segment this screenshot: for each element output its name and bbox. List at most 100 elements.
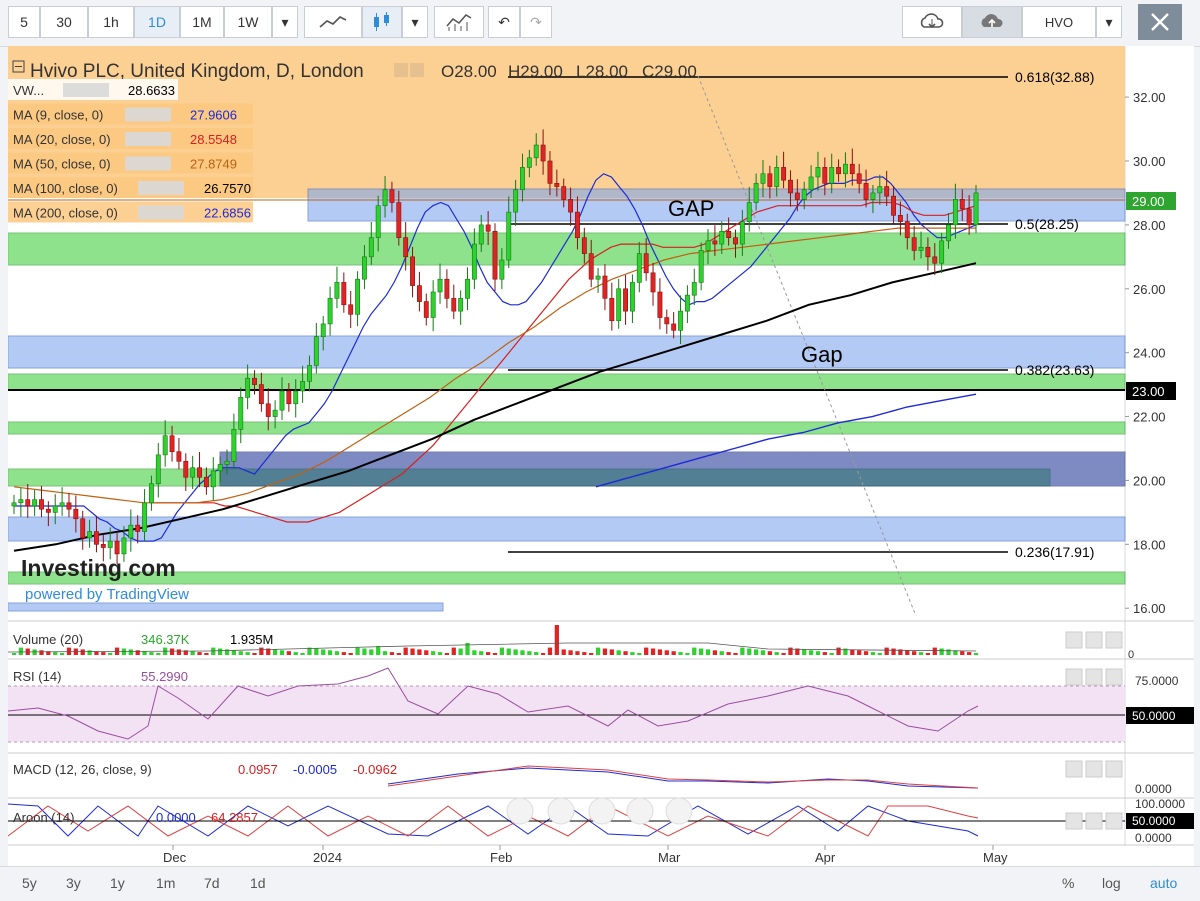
- candle-body: [492, 230, 498, 280]
- candle: [18, 487, 24, 517]
- pane-close-icon[interactable]: [1105, 631, 1123, 649]
- candle-body: [822, 167, 828, 184]
- candle-body: [25, 499, 31, 507]
- range-button-3y[interactable]: 3y: [66, 875, 81, 891]
- candle: [59, 487, 65, 516]
- scale-option-log[interactable]: log: [1102, 875, 1121, 891]
- range-button-1y[interactable]: 1y: [110, 875, 125, 891]
- interval-button-1h[interactable]: 1h: [88, 6, 134, 38]
- save-chart-button[interactable]: [962, 6, 1022, 38]
- close-icon: [1151, 13, 1169, 31]
- candle: [245, 364, 251, 410]
- range-button-5y[interactable]: 5y: [22, 875, 37, 891]
- pane-up-icon[interactable]: [1065, 760, 1083, 778]
- indicators-button[interactable]: [434, 6, 484, 38]
- candle-body: [526, 157, 532, 168]
- load-chart-button[interactable]: [902, 6, 962, 38]
- pane-down-icon[interactable]: [1085, 668, 1103, 686]
- candle-body: [808, 176, 814, 191]
- candle-body: [973, 192, 979, 226]
- pane-down-icon[interactable]: [1085, 760, 1103, 778]
- price-axis[interactable]: [1125, 46, 1194, 621]
- pane-close-icon[interactable]: [1105, 812, 1123, 830]
- candle-body: [245, 377, 251, 398]
- pane-close-icon[interactable]: [1105, 760, 1123, 778]
- range-button-1m[interactable]: 1m: [156, 875, 175, 891]
- reset-button[interactable]: [588, 797, 616, 825]
- range-button-1d[interactable]: 1d: [250, 875, 266, 891]
- candle-body: [952, 199, 958, 226]
- chart-type-dropdown-button[interactable]: ▾: [402, 6, 428, 38]
- ohlc-open: O28.00: [441, 62, 497, 81]
- pane-up-icon[interactable]: [1065, 631, 1083, 649]
- pane-close-icon[interactable]: [1105, 668, 1123, 686]
- scroll-controls[interactable]: [506, 797, 693, 825]
- chart-area[interactable]: 0.618(32.88) 0.5(28.25) 0.382(23.63) 0.2…: [7, 46, 1194, 866]
- candle-body: [100, 544, 106, 548]
- candlestick-button[interactable]: [362, 6, 402, 38]
- zoom-out-button[interactable]: [547, 797, 575, 825]
- candle-body: [932, 256, 938, 264]
- interval-button-5[interactable]: 5: [8, 6, 40, 38]
- candle-body: [403, 237, 409, 258]
- candle-body: [258, 384, 264, 405]
- candle-body: [788, 179, 793, 194]
- volume-bar: [204, 653, 209, 655]
- time-axis[interactable]: Dec 2024 Feb Mar Apr May: [163, 845, 1008, 865]
- pane-down-icon[interactable]: [1085, 631, 1103, 649]
- symbol-dropdown-button[interactable]: ▾: [1096, 6, 1122, 38]
- candle-body: [327, 298, 333, 325]
- candle-body: [341, 282, 347, 306]
- interval-button-1w[interactable]: 1W: [224, 6, 272, 38]
- candle-body: [568, 199, 574, 213]
- volume-bar: [609, 649, 614, 655]
- candle-body: [107, 540, 113, 548]
- volume-bar: [554, 625, 559, 655]
- volume-bar: [376, 646, 381, 655]
- candle-body: [73, 508, 79, 520]
- indicator-settings-icons[interactable]: [138, 181, 184, 195]
- candle-body: [595, 275, 601, 280]
- indicator-settings-icons[interactable]: [125, 156, 171, 171]
- candle-body: [252, 377, 257, 385]
- pane-up-icon[interactable]: [1065, 668, 1083, 686]
- undo-button[interactable]: ↶: [488, 6, 520, 38]
- gap-label-upper: GAP: [668, 196, 714, 221]
- indicator-label: MA (9, close, 0): [13, 108, 103, 123]
- toolbar: 5 30 1h 1D 1M 1W ▾ ▾ ↶ ↷ HVO ▾: [0, 0, 1200, 47]
- interval-button-30[interactable]: 30: [40, 6, 88, 38]
- price-tick-label: 32.00: [1133, 90, 1166, 105]
- candlestick-icon: [374, 12, 389, 31]
- range-button-7d[interactable]: 7d: [204, 875, 220, 891]
- indicator-settings-icons[interactable]: [138, 205, 184, 220]
- redo-icon: ↷: [530, 13, 542, 30]
- scroll-right-button[interactable]: [665, 797, 693, 825]
- pane-down-icon[interactable]: [1085, 812, 1103, 830]
- line-style-button[interactable]: [304, 6, 362, 38]
- chart-canvas[interactable]: 0.618(32.88) 0.5(28.25) 0.382(23.63) 0.2…: [7, 46, 1194, 866]
- candle-body: [272, 409, 278, 417]
- interval-button-1d[interactable]: 1D: [134, 6, 180, 38]
- zoom-in-button[interactable]: [626, 797, 654, 825]
- indicator-settings-icons[interactable]: [63, 83, 109, 97]
- candle-body: [348, 304, 354, 315]
- volume-bar: [602, 648, 608, 655]
- symbol-label[interactable]: HVO: [1022, 6, 1096, 38]
- interval-dropdown-button[interactable]: ▾: [272, 6, 298, 38]
- candle: [444, 269, 450, 309]
- interval-button-1m[interactable]: 1M: [180, 6, 224, 38]
- indicator-settings-icons[interactable]: [125, 107, 171, 122]
- scale-option-percent[interactable]: %: [1062, 875, 1074, 891]
- redo-button[interactable]: ↷: [520, 6, 552, 38]
- indicator-settings-icons[interactable]: [125, 132, 171, 146]
- scroll-left-button[interactable]: [506, 797, 534, 825]
- pane-up-icon[interactable]: [1065, 812, 1083, 830]
- price-tick-label: 26.00: [1133, 282, 1166, 297]
- candle-body: [946, 224, 951, 242]
- close-button[interactable]: [1138, 4, 1182, 40]
- cloud-download-icon: [920, 13, 944, 29]
- scale-option-auto[interactable]: auto: [1150, 875, 1177, 891]
- candle: [32, 489, 38, 516]
- chevron-down-icon: ▾: [281, 13, 289, 30]
- candle-body: [307, 365, 312, 382]
